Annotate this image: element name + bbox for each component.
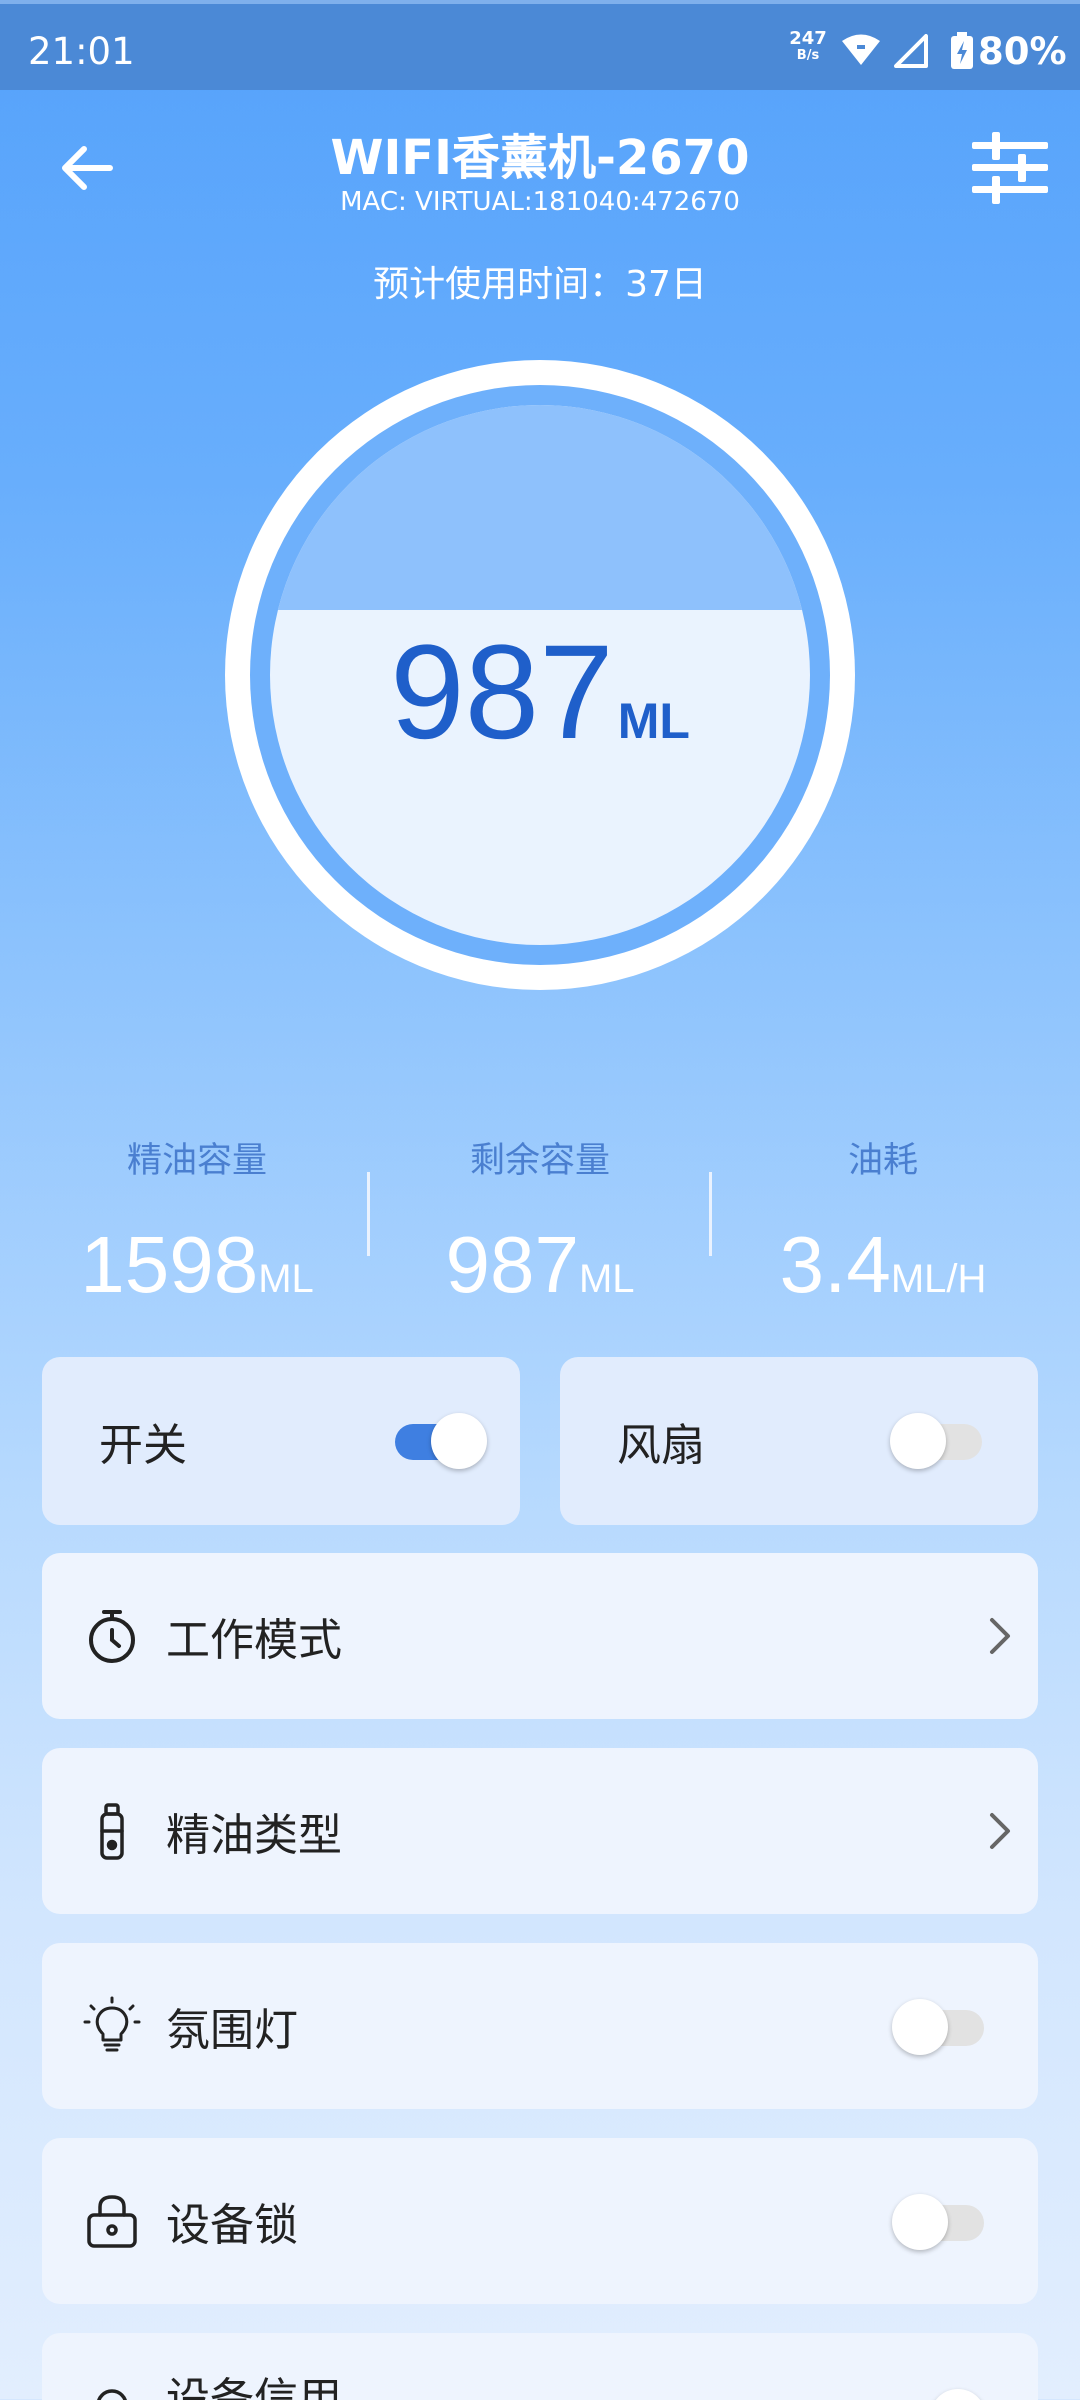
stat-unit: ML <box>578 1257 635 1301</box>
stat-number: 1598 <box>80 1220 259 1309</box>
gauge-empty-area <box>270 405 810 610</box>
stat-consumption: 油耗 3.4ML/H <box>703 1132 1063 1311</box>
power-label: 开关 <box>99 1420 187 1471</box>
stat-unit: ML/H <box>890 1257 987 1301</box>
device-lock-switch[interactable] <box>892 2194 986 2250</box>
oil-bottle-icon <box>100 1803 124 1860</box>
ambient-light-label: 氛围灯 <box>166 2005 298 2056</box>
lock-icon <box>87 2195 137 2248</box>
network-speed-unit: B/s <box>796 48 820 63</box>
switch-knob <box>930 2389 986 2400</box>
stat-oil-capacity: 精油容量 1598ML <box>17 1132 377 1311</box>
power-switch[interactable] <box>395 1413 487 1469</box>
switch-knob <box>890 1413 946 1469</box>
stat-value: 1598ML <box>17 1219 377 1311</box>
network-speed-value: 247 <box>789 28 827 49</box>
stat-value: 987ML <box>360 1219 720 1311</box>
device-lock-label: 设备锁 <box>166 2200 298 2251</box>
partial-row: 设备信用 <box>42 2333 1038 2400</box>
signal-icon <box>894 34 928 68</box>
switch-knob <box>892 2194 948 2250</box>
switch-knob <box>892 1999 948 2055</box>
network-speed: 247 B/s <box>788 30 828 64</box>
gauge-value-unit: ML <box>617 693 690 749</box>
stat-value: 3.4ML/H <box>703 1219 1063 1311</box>
oil-type-row[interactable]: 精油类型 <box>42 1748 1038 1914</box>
work-mode-label: 工作模式 <box>166 1615 342 1666</box>
chevron-right-icon <box>990 1813 1010 1849</box>
oil-type-label: 精油类型 <box>166 1810 342 1861</box>
timer-icon <box>89 1610 135 1663</box>
fan-label: 风扇 <box>617 1420 705 1471</box>
device-lock-row: 设备锁 <box>42 2138 1038 2304</box>
settings-button[interactable] <box>970 130 1050 206</box>
ambient-light-switch[interactable] <box>892 1999 986 2055</box>
battery-icon <box>951 32 973 69</box>
gauge-value-number: 987 <box>390 618 614 767</box>
stat-label: 剩余容量 <box>469 1141 610 1181</box>
partial-row-switch[interactable] <box>894 2389 986 2400</box>
stat-unit: ML <box>258 1257 314 1301</box>
wifi-icon <box>842 34 880 65</box>
gauge-value: 987ML <box>0 616 1080 769</box>
row-icon <box>97 2389 127 2400</box>
switch-knob <box>431 1413 487 1469</box>
device-title: WIFI香薰机-2670 <box>330 130 750 186</box>
fan-card: 风扇 <box>560 1357 1038 1525</box>
mac-address: MAC: VIRTUAL:181040:472670 <box>340 187 740 217</box>
chevron-right-icon <box>990 1618 1010 1654</box>
stat-number: 3.4 <box>779 1220 891 1309</box>
stat-remaining: 剩余容量 987ML <box>360 1132 720 1311</box>
battery-percent: 80% <box>978 30 1067 73</box>
stat-label: 精油容量 <box>126 1141 267 1181</box>
stat-number: 987 <box>445 1220 579 1309</box>
ambient-light-row: 氛围灯 <box>42 1943 1038 2109</box>
power-card: 开关 <box>42 1357 520 1525</box>
sliders-icon <box>972 132 1048 204</box>
usage-estimate: 预计使用时间：37日 <box>373 264 707 305</box>
status-bar: 21:01 247 B/s 80% <box>0 0 1080 90</box>
lightbulb-icon <box>83 1996 141 2052</box>
fan-switch[interactable] <box>890 1413 984 1469</box>
stat-label: 油耗 <box>847 1141 918 1181</box>
status-time: 21:01 <box>28 30 135 73</box>
work-mode-row[interactable]: 工作模式 <box>42 1553 1038 1719</box>
partial-row-label: 设备信用 <box>166 2374 342 2400</box>
